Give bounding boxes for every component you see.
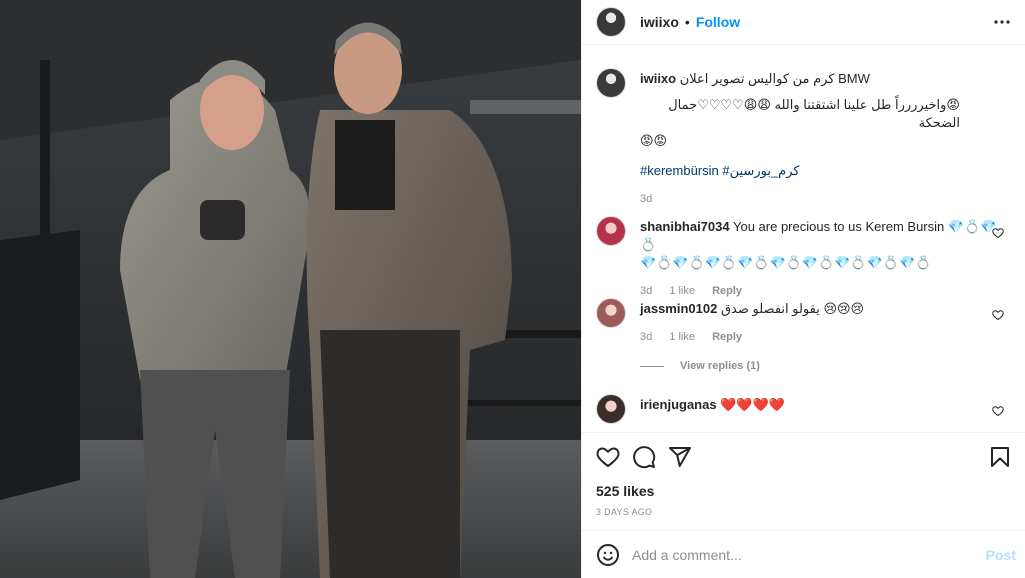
author-username[interactable]: iwiixo — [640, 14, 679, 30]
author-avatar[interactable] — [596, 7, 626, 37]
commenter-username[interactable]: irienjuganas — [640, 397, 717, 412]
commenter-username[interactable]: jassmin0102 — [640, 301, 717, 316]
caption-text-line3: 😡😡 — [640, 133, 668, 148]
commenter-avatar[interactable] — [596, 394, 626, 424]
like-comment-icon[interactable] — [992, 308, 1006, 322]
post-comment-button[interactable]: Post — [986, 547, 1016, 563]
comment-likes[interactable]: 1 like — [669, 285, 695, 297]
comment-input[interactable] — [632, 546, 972, 563]
like-icon[interactable] — [596, 445, 620, 469]
caption-avatar[interactable] — [596, 68, 626, 98]
follow-button[interactable]: Follow — [696, 14, 740, 30]
post-actions: 525 likes 3 DAYS AGO — [582, 432, 1025, 530]
commenter-avatar[interactable] — [596, 298, 626, 328]
caption-hashtags[interactable]: #kerembürsin #كرم_بورسين — [640, 162, 1000, 180]
comment-likes[interactable]: 1 like — [669, 331, 695, 343]
header-separator: • — [684, 14, 690, 30]
like-comment-icon[interactable] — [992, 226, 1006, 240]
caption-username[interactable]: iwiixo — [640, 71, 676, 86]
post-timestamp: 3 DAYS AGO — [596, 507, 653, 517]
photo-illustration — [0, 0, 581, 578]
caption-text-line2: 😡واخيرررراً طل علينا اشتقتنا والله 😩😩♡♡♡… — [668, 97, 960, 130]
comments-list[interactable]: iwiixo كرم من كواليس تصوير اعلان BMW 😡وا… — [582, 52, 1025, 432]
comment-text: ❤️❤️❤️❤️ — [720, 397, 785, 412]
like-comment-icon[interactable] — [992, 404, 1006, 418]
commenter-username[interactable]: shanibhai7034 — [640, 219, 730, 234]
comment-time: 3d — [640, 331, 653, 343]
reply-button[interactable]: Reply — [712, 285, 742, 297]
likes-count[interactable]: 525 likes — [596, 483, 654, 499]
commenter-avatar[interactable] — [596, 216, 626, 246]
add-comment-bar: Post — [582, 530, 1025, 578]
comment-text: يقولو انفصلو صدق 😢😢😢 — [720, 301, 865, 316]
reply-button[interactable]: Reply — [712, 331, 742, 343]
caption-time: 3d — [640, 193, 653, 205]
comment-time: 3d — [640, 285, 653, 297]
save-bookmark-icon[interactable] — [988, 445, 1012, 469]
view-replies-button[interactable]: View replies (1) — [640, 360, 760, 372]
share-icon[interactable] — [668, 445, 692, 469]
instagram-post: iwiixo • Follow iwiixo كرم من كواليس تصو… — [0, 0, 1025, 578]
comment-text-line2: 💎💍💎💍💎💍💎💍💎💍💎💍💎💍💎💍💎💍 — [640, 255, 932, 270]
emoji-icon[interactable] — [596, 543, 620, 567]
comment-icon[interactable] — [632, 445, 656, 469]
post-photo[interactable] — [0, 0, 581, 578]
caption-text-line1: كرم من كواليس تصوير اعلان BMW — [679, 71, 870, 86]
post-sidebar: iwiixo • Follow iwiixo كرم من كواليس تصو… — [581, 0, 1025, 578]
post-header: iwiixo • Follow — [582, 0, 1025, 45]
more-options-icon[interactable] — [992, 12, 1012, 32]
